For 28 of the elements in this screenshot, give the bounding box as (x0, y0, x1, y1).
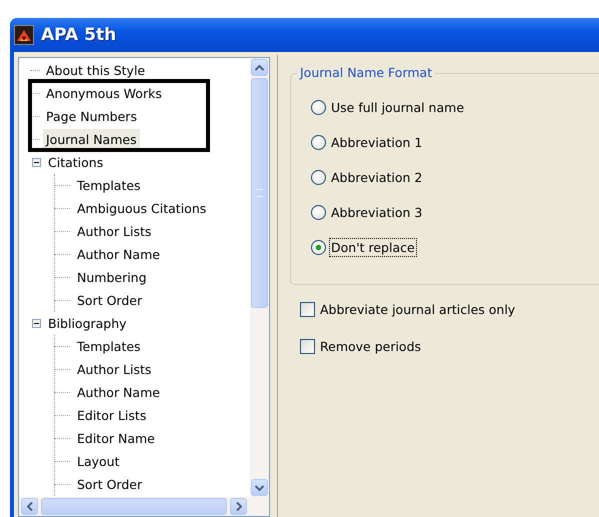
radio-label[interactable]: Abbreviation 1 (330, 134, 424, 150)
group-title: Journal Name Format (297, 65, 436, 80)
tree-item[interactable]: Numbering (74, 267, 150, 288)
tree-item[interactable]: Sort Order (74, 474, 146, 495)
radio-label[interactable]: Don't replace (330, 238, 416, 256)
checkbox-label[interactable]: Abbreviate journal articles only (319, 300, 516, 318)
tree-item[interactable]: About this Style (43, 60, 148, 81)
window-title: APA 5th (41, 25, 116, 45)
tree-item[interactable]: Templates (74, 336, 144, 357)
tree-item[interactable]: Author Lists (74, 359, 154, 380)
tree-item[interactable]: Page Numbers (43, 106, 140, 127)
tree-item[interactable]: Templates (74, 175, 144, 196)
tree-item[interactable]: Bibliography (45, 313, 130, 334)
radio-label[interactable]: Abbreviation 3 (330, 204, 424, 220)
tree-item[interactable]: Author Name (74, 244, 163, 265)
tree-item[interactable]: Journal Names (43, 129, 140, 150)
tree-item[interactable]: Author Lists (74, 221, 154, 242)
tree-item[interactable]: Editor Name (74, 428, 158, 449)
tree-item[interactable]: Layout (74, 451, 122, 472)
tree-item[interactable]: Anonymous Works (43, 83, 165, 104)
tree-item[interactable]: Editor Lists (74, 405, 150, 426)
checkbox-label[interactable]: Remove periods (319, 338, 422, 354)
tree-item[interactable]: Citations (45, 152, 106, 173)
tree-item[interactable]: Ambiguous Citations (74, 198, 210, 219)
tree-item[interactable]: Author Name (74, 382, 163, 403)
radio-label[interactable]: Use full journal name (330, 98, 466, 116)
tree-item[interactable]: Sort Order (74, 290, 146, 311)
radio-label[interactable]: Abbreviation 2 (330, 168, 424, 186)
